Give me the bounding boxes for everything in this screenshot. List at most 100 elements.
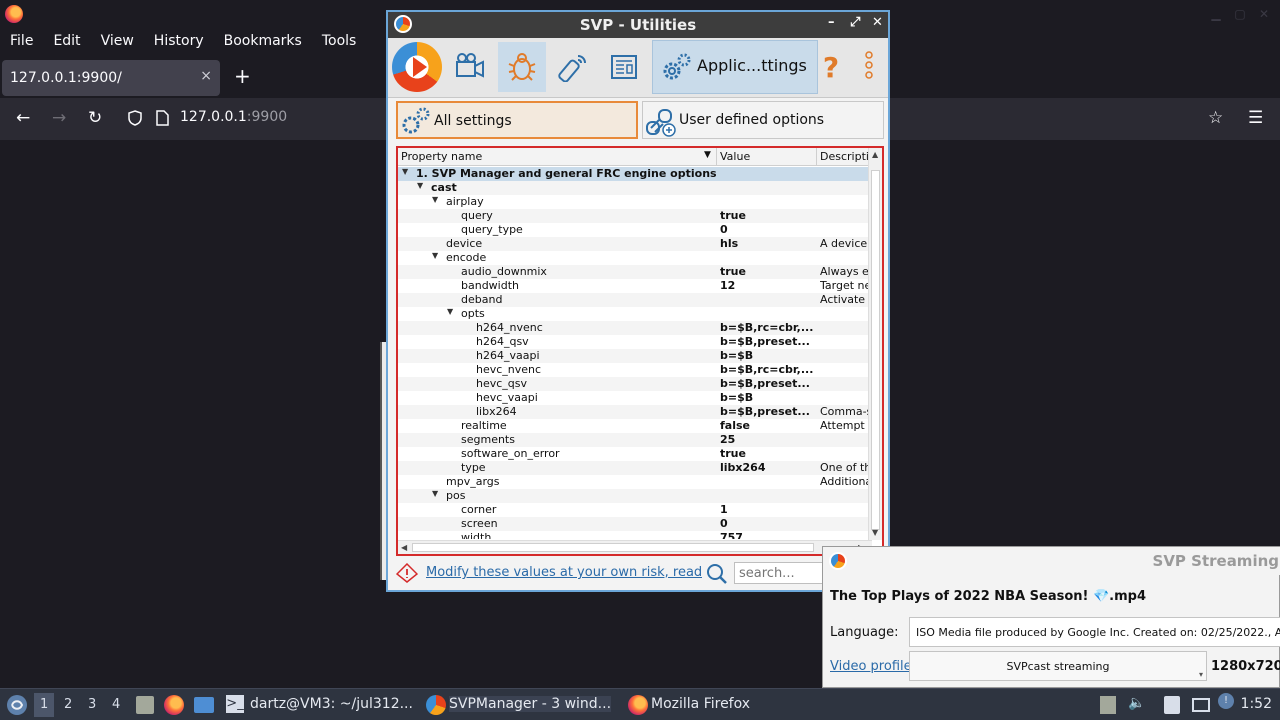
svp-titlebar[interactable]: SVP - Utilities – ⤢ ✕: [388, 12, 888, 38]
expand-toggle-icon[interactable]: ▼: [432, 489, 438, 498]
expand-toggle-icon[interactable]: ▼: [402, 167, 408, 176]
task-terminal[interactable]: dartz@VM3: ~/jul312...: [250, 696, 413, 712]
scroll-down-icon[interactable]: ▼: [872, 528, 878, 537]
property-row[interactable]: hevc_nvenc b=$B,rc=cbr,...: [398, 363, 868, 377]
property-value[interactable]: 25: [720, 433, 816, 446]
property-row[interactable]: screen 0: [398, 517, 868, 531]
bookmark-star-icon[interactable]: ☆: [1208, 108, 1223, 128]
column-description[interactable]: Descripti: [820, 150, 869, 163]
task-svpmanager[interactable]: SVPManager - 3 wind...: [449, 696, 612, 712]
menu-history[interactable]: History: [144, 28, 214, 54]
menu-file[interactable]: File: [0, 28, 43, 54]
menu-tools[interactable]: Tools: [312, 28, 367, 54]
close-icon[interactable]: ✕: [872, 15, 883, 30]
property-row[interactable]: type libx264 One of th: [398, 461, 868, 475]
video-camera-icon[interactable]: [446, 42, 494, 92]
sort-desc-icon[interactable]: ▼: [704, 150, 711, 160]
column-property-name[interactable]: Property name: [401, 150, 482, 163]
menu-bookmarks[interactable]: Bookmarks: [214, 28, 312, 54]
property-value[interactable]: true: [720, 265, 816, 278]
property-row[interactable]: ▼ encode: [398, 251, 868, 265]
application-settings-tab[interactable]: Applic...ttings: [652, 40, 818, 94]
property-value[interactable]: b=$B: [720, 391, 816, 404]
property-row[interactable]: h264_vaapi b=$B: [398, 349, 868, 363]
column-value[interactable]: Value: [720, 150, 750, 163]
expand-toggle-icon[interactable]: ▼: [447, 307, 453, 316]
property-row[interactable]: libx264 b=$B,preset... Comma-s: [398, 405, 868, 419]
browser-tab[interactable]: 127.0.0.1:9900/ ×: [2, 60, 220, 96]
expand-toggle-icon[interactable]: ▼: [417, 181, 423, 190]
property-row[interactable]: ▼ airplay: [398, 195, 868, 209]
scroll-left-icon[interactable]: ◀: [401, 543, 407, 552]
expand-toggle-icon[interactable]: ▼: [432, 195, 438, 204]
property-row[interactable]: query true: [398, 209, 868, 223]
shield-icon[interactable]: [128, 110, 142, 126]
property-value[interactable]: 0: [720, 223, 816, 236]
property-row[interactable]: realtime false Attempt: [398, 419, 868, 433]
property-row[interactable]: segments 25: [398, 433, 868, 447]
scroll-up-icon[interactable]: ▲: [872, 150, 878, 159]
volume-icon[interactable]: 🔈: [1128, 695, 1145, 711]
news-icon[interactable]: [600, 42, 648, 92]
risk-warning-link[interactable]: Modify these values at your own risk, re…: [426, 565, 702, 580]
vertical-scroll-thumb[interactable]: [871, 170, 880, 530]
more-menu-icon[interactable]: [854, 42, 884, 92]
property-row[interactable]: mpv_args Additiona: [398, 475, 868, 489]
close-icon[interactable]: ✕: [1254, 4, 1274, 24]
property-row[interactable]: h264_nvenc b=$B,rc=cbr,...: [398, 321, 868, 335]
menu-view[interactable]: View: [91, 28, 144, 54]
property-value[interactable]: 12: [720, 279, 816, 292]
workspace-4[interactable]: 4: [112, 697, 120, 712]
property-value[interactable]: b=$B: [720, 349, 816, 362]
property-row[interactable]: ▼ pos: [398, 489, 868, 503]
property-value[interactable]: b=$B,preset...: [720, 335, 816, 348]
property-value[interactable]: true: [720, 209, 816, 222]
expand-toggle-icon[interactable]: ▼: [432, 251, 438, 260]
horizontal-scrollbar[interactable]: ◀ ▶: [398, 540, 872, 554]
workspace-3[interactable]: 3: [88, 697, 96, 712]
property-row[interactable]: query_type 0: [398, 223, 868, 237]
minimize-icon[interactable]: ▁: [1206, 4, 1226, 24]
vertical-scrollbar[interactable]: ▲ ▼: [868, 148, 882, 540]
streaming-titlebar[interactable]: SVP Streaming: [823, 547, 1280, 575]
search-input[interactable]: [735, 563, 825, 583]
tab-close-icon[interactable]: ×: [200, 68, 212, 84]
remote-control-icon[interactable]: [550, 42, 598, 92]
desktop-icon[interactable]: [194, 697, 214, 713]
property-value[interactable]: hls: [720, 237, 816, 250]
property-value[interactable]: 1: [720, 503, 816, 516]
property-row[interactable]: corner 1: [398, 503, 868, 517]
property-value[interactable]: b=$B,preset...: [720, 377, 816, 390]
workspace-1[interactable]: 1: [34, 693, 55, 717]
language-field[interactable]: ISO Media file produced by Google Inc. C…: [909, 617, 1280, 647]
property-row[interactable]: bandwidth 12 Target ne: [398, 279, 868, 293]
property-row[interactable]: ▼ opts: [398, 307, 868, 321]
update-notification-icon[interactable]: !: [1218, 693, 1234, 709]
bug-icon[interactable]: [498, 42, 546, 92]
property-row[interactable]: hevc_vaapi b=$B: [398, 391, 868, 405]
property-value[interactable]: libx264: [720, 461, 816, 474]
firefox-launcher-icon[interactable]: [164, 695, 184, 715]
reload-icon[interactable]: ↻: [88, 108, 102, 128]
start-menu-icon[interactable]: [6, 694, 28, 716]
back-icon[interactable]: ←: [16, 108, 30, 128]
property-row[interactable]: device hls A device: [398, 237, 868, 251]
property-value[interactable]: b=$B,rc=cbr,...: [720, 363, 816, 376]
minimize-icon[interactable]: –: [828, 15, 835, 30]
workspace-2[interactable]: 2: [64, 697, 72, 712]
property-value[interactable]: true: [720, 447, 816, 460]
video-profile-select[interactable]: SVPcast streaming ▾: [909, 651, 1207, 681]
clipboard-icon[interactable]: [1164, 696, 1180, 714]
network-icon[interactable]: [1192, 698, 1210, 712]
search-icon[interactable]: [706, 563, 728, 585]
property-value[interactable]: false: [720, 419, 816, 432]
property-row[interactable]: hevc_qsv b=$B,preset...: [398, 377, 868, 391]
forward-icon[interactable]: →: [52, 108, 66, 128]
maximize-icon[interactable]: ⤢: [850, 15, 860, 30]
property-value[interactable]: 0: [720, 517, 816, 530]
property-row[interactable]: software_on_error true: [398, 447, 868, 461]
file-manager-icon[interactable]: [136, 696, 154, 714]
search-field[interactable]: [734, 562, 830, 584]
video-profile-link[interactable]: Video profile: [830, 659, 912, 674]
horizontal-scroll-thumb[interactable]: [412, 543, 814, 552]
